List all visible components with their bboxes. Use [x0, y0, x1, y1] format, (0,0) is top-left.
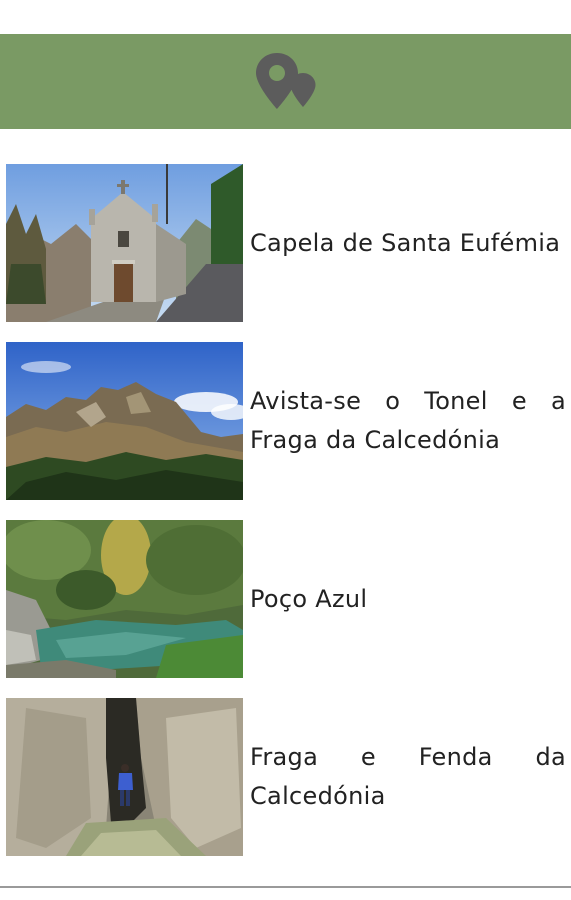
- poi-item-poco-azul[interactable]: Poço Azul: [0, 520, 571, 678]
- poi-thumbnail[interactable]: [6, 342, 243, 500]
- poi-title[interactable]: Poço Azul: [250, 520, 566, 678]
- rock-crevice-photo: [6, 698, 243, 856]
- river-pool-photo: [6, 520, 243, 678]
- bottom-divider: [0, 886, 571, 888]
- poi-item-tonel-fraga[interactable]: Avista-se o Tonel e a Fraga da Calcedóni…: [0, 342, 571, 500]
- poi-item-fraga-fenda[interactable]: Fraga e Fenda da Calcedónia: [0, 698, 571, 856]
- poi-title[interactable]: Fraga e Fenda da Calcedónia: [250, 698, 566, 856]
- header-bar: [0, 34, 571, 129]
- map-pins-icon[interactable]: [253, 51, 319, 113]
- poi-thumbnail[interactable]: [6, 164, 243, 322]
- poi-thumbnail[interactable]: [6, 520, 243, 678]
- chapel-photo: [6, 164, 243, 322]
- poi-title[interactable]: Capela de Santa Eufémia: [250, 164, 566, 322]
- poi-title[interactable]: Avista-se o Tonel e a Fraga da Calcedóni…: [250, 342, 566, 500]
- poi-thumbnail[interactable]: [6, 698, 243, 856]
- mountain-photo: [6, 342, 243, 500]
- poi-item-capela-santa-eufemia[interactable]: Capela de Santa Eufémia: [0, 164, 571, 322]
- app-screen: Capela de Santa Eufémia Avista-se o Tone…: [0, 0, 571, 900]
